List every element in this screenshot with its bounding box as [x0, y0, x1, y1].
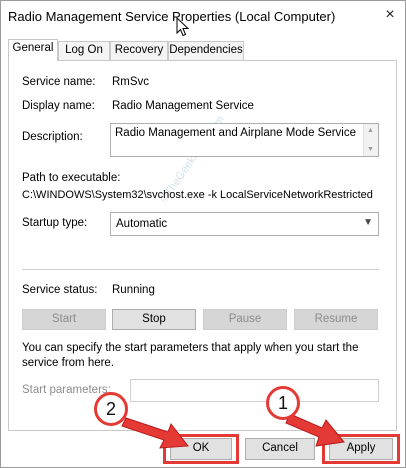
- tab-general[interactable]: General: [8, 39, 58, 61]
- step-2-badge: 2: [94, 392, 128, 426]
- tab-general-label: General: [12, 42, 54, 54]
- arrow-to-ok-icon: [121, 417, 189, 449]
- step-1-badge: 1: [266, 386, 300, 420]
- arrow-to-apply-icon: [285, 413, 345, 447]
- annotation-arrows: [121, 413, 345, 449]
